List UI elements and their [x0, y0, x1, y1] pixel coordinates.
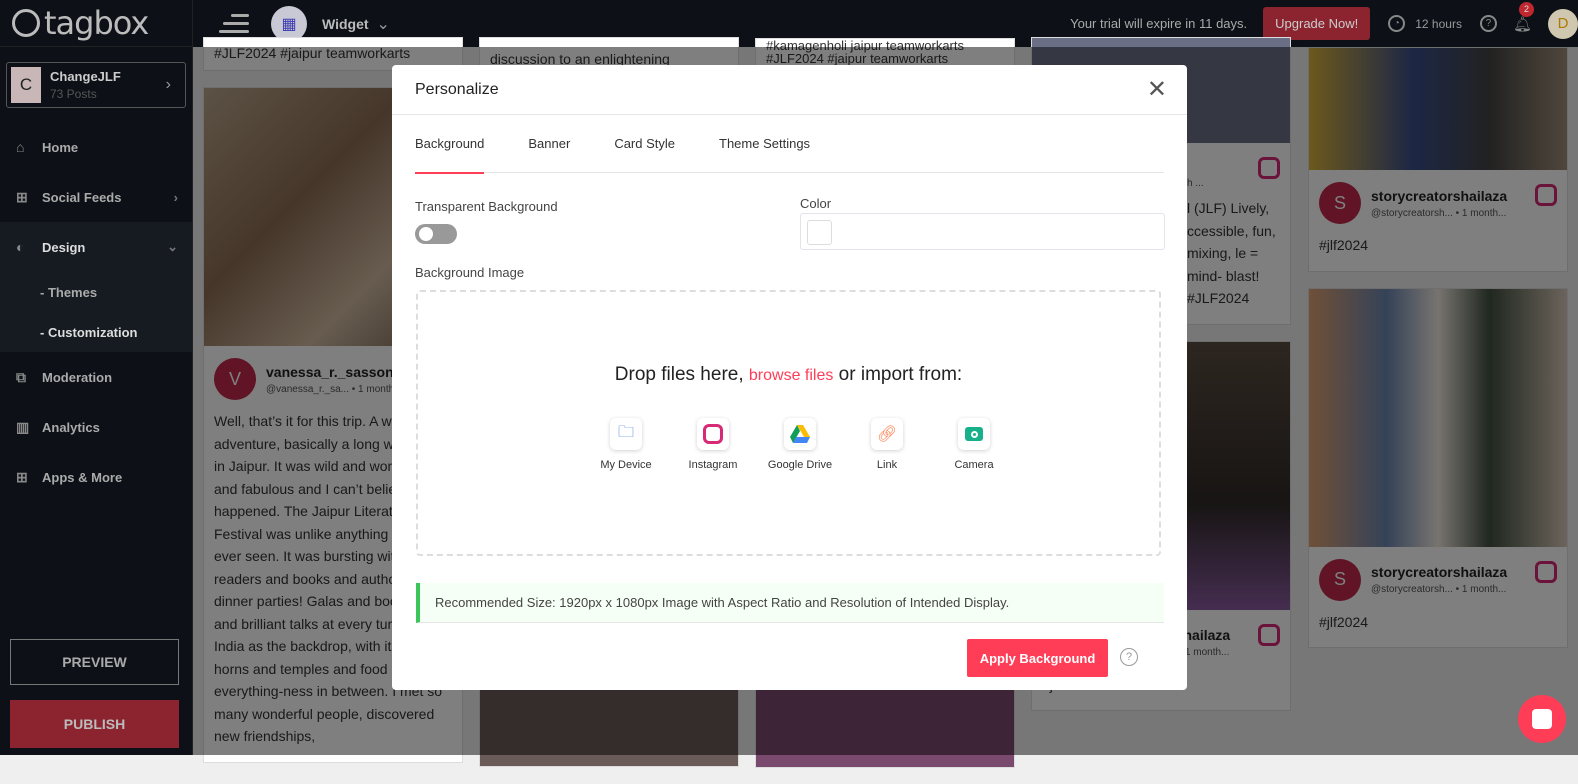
- sidebar-item-label: Home: [42, 139, 79, 155]
- chat-launcher-button[interactable]: [1518, 695, 1566, 743]
- chevron-down-icon[interactable]: ⌄: [377, 14, 390, 34]
- sidebar-item-analytics[interactable]: ▥ Analytics: [0, 402, 192, 452]
- close-icon[interactable]: ✕: [1147, 75, 1167, 104]
- color-field[interactable]: [800, 213, 1165, 250]
- sidebar-nav: ⌂ Home ⊞ Social Feeds › ◐ Design ⌄ - Themes -…: [0, 122, 192, 502]
- tab-background[interactable]: Background: [415, 115, 485, 174]
- sidebar-item-label: Analytics: [42, 419, 100, 435]
- preview-button[interactable]: PREVIEW: [10, 639, 179, 685]
- sidebar-item-label: Moderation: [42, 369, 113, 385]
- sidebar-item-social-feeds[interactable]: ⊞ Social Feeds ›: [0, 172, 192, 222]
- chevron-down-icon: ⌄: [167, 239, 178, 254]
- google-drive-icon: [784, 418, 816, 450]
- chevron-right-icon: ›: [173, 189, 178, 205]
- sidebar-item-design[interactable]: ◐ Design ⌄: [0, 222, 192, 272]
- source-link[interactable]: 🔗︎ Link: [844, 418, 930, 471]
- hours-label: 12 hours: [1415, 16, 1462, 31]
- tagbox-logo[interactable]: tagbox: [0, 0, 192, 47]
- sidebar: tagbox C ChangeJLF 73 Posts › ⌂ Home ⊞ Soci…: [0, 0, 193, 755]
- color-swatch[interactable]: [807, 220, 832, 245]
- sidebar-item-moderation[interactable]: ⧉ Moderation: [0, 352, 192, 402]
- sidebar-item-home[interactable]: ⌂ Home: [0, 122, 192, 172]
- account-name: ChangeJLF: [50, 69, 121, 84]
- menu-icon[interactable]: [219, 9, 249, 38]
- account-switcher[interactable]: C ChangeJLF 73 Posts ›: [6, 62, 186, 108]
- sidebar-item-label: Design: [42, 239, 86, 255]
- browse-files-link[interactable]: browse files: [749, 367, 833, 384]
- background-image-label: Background Image: [415, 265, 525, 280]
- source-instagram[interactable]: Instagram: [670, 418, 756, 471]
- drop-text: or import from:: [838, 364, 963, 385]
- color-label: Color: [800, 196, 832, 211]
- transparent-background-label: Transparent Background: [415, 199, 558, 214]
- notification-badge: 2: [1518, 1, 1534, 17]
- instagram-icon: [697, 418, 729, 450]
- home-icon: ⌂: [16, 139, 25, 155]
- modal-title: Personalize: [415, 80, 499, 98]
- source-label: Link: [876, 459, 898, 471]
- moderation-icon: ⧉: [16, 368, 26, 385]
- chat-icon: [1532, 709, 1552, 729]
- widget-selector[interactable]: Widget: [322, 16, 369, 32]
- tab-theme-settings[interactable]: Theme Settings: [719, 115, 810, 173]
- account-posts: 73 Posts: [50, 87, 97, 101]
- source-label: Instagram: [688, 459, 738, 471]
- analytics-icon: ▥: [16, 418, 30, 435]
- source-label: Camera: [954, 459, 994, 471]
- source-my-device[interactable]: 🗀 My Device: [583, 418, 669, 472]
- sidebar-item-apps[interactable]: ⊞ Apps & More: [0, 452, 192, 502]
- personalize-modal: Personalize ✕ Background Banner Card Styl…: [392, 65, 1187, 690]
- source-label: Google Drive: [767, 459, 833, 471]
- bell-icon[interactable]: 🔔︎ 2: [1513, 1, 1534, 33]
- time-remaining: ◔ 12 hours: [1388, 15, 1462, 32]
- tab-card-style[interactable]: Card Style: [614, 115, 675, 173]
- source-camera[interactable]: Camera: [931, 418, 1017, 471]
- user-avatar[interactable]: D: [1548, 8, 1578, 39]
- source-google-drive[interactable]: Google Drive: [757, 418, 843, 471]
- design-icon: ◐: [16, 239, 25, 255]
- upgrade-button[interactable]: Upgrade Now!: [1263, 7, 1371, 40]
- brand-name: tagbox: [44, 4, 149, 42]
- sidebar-subitem-customization[interactable]: - Customization: [0, 312, 192, 352]
- logo-icon: [12, 9, 40, 37]
- transparent-background-toggle[interactable]: [415, 224, 457, 244]
- camera-icon: [958, 418, 990, 450]
- sidebar-subitem-themes[interactable]: - Themes: [0, 272, 192, 312]
- tab-banner[interactable]: Banner: [528, 115, 570, 173]
- link-icon: 🔗︎: [871, 418, 903, 450]
- sidebar-item-label: Social Feeds: [42, 189, 122, 205]
- tab-bar: Background Banner Card Style Theme Setti…: [415, 115, 1164, 174]
- help-icon[interactable]: ?: [1479, 15, 1497, 32]
- account-avatar: C: [11, 67, 41, 103]
- source-label: My Device: [600, 459, 652, 471]
- recommended-size-note: Recommended Size: 1920px x 1080px Image …: [416, 583, 1164, 623]
- help-icon[interactable]: ?: [1120, 648, 1138, 666]
- file-dropzone[interactable]: Drop files here, browse files or import …: [416, 290, 1161, 556]
- apply-background-button[interactable]: Apply Background: [967, 639, 1108, 677]
- drop-text: Drop files here,: [614, 364, 744, 385]
- folder-icon: 🗀: [610, 418, 642, 450]
- apps-icon: ⊞: [16, 468, 28, 485]
- clock-icon: ◔: [1388, 15, 1406, 32]
- sidebar-item-label: Apps & More: [42, 469, 123, 485]
- publish-button[interactable]: PUBLISH: [10, 700, 179, 748]
- trial-notice: Your trial will expire in 11 days.: [1070, 16, 1248, 31]
- chevron-right-icon: ›: [165, 76, 171, 93]
- add-feed-icon: ⊞: [16, 188, 28, 205]
